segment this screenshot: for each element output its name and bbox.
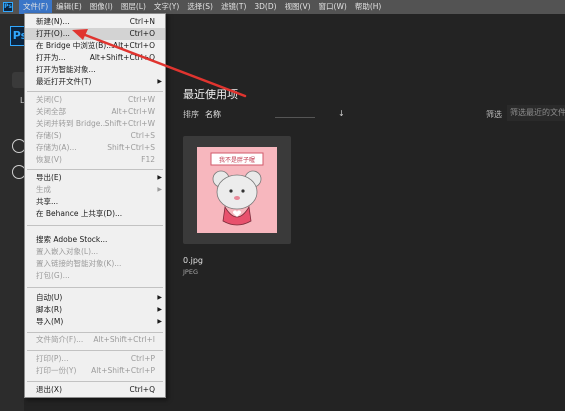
submenu-arrow-icon: ▶ — [157, 318, 162, 325]
menu-item-import[interactable]: 导入(M) ▶ — [25, 316, 165, 328]
menu-edit[interactable]: 编辑(E) — [52, 0, 86, 14]
sort-row: 排序 名称 — [183, 109, 221, 120]
mouse-illustration-image: 我不是胖子喔 — [210, 152, 264, 226]
menu-type[interactable]: 文字(Y) — [150, 0, 183, 14]
sort-label: 排序 — [183, 110, 199, 119]
menu-separator — [27, 287, 163, 288]
menu-item-share-on-behance[interactable]: 在 Behance 上共享(D)... — [25, 208, 165, 220]
menu-item-exit[interactable]: 退出(X) Ctrl+Q — [25, 384, 165, 396]
recent-title: 最近使用项 — [183, 88, 238, 101]
file-menu-dropdown: 新建(N)... Ctrl+N 打开(O)... Ctrl+O 在 Bridge 中… — [24, 13, 166, 398]
menu-separator — [27, 381, 163, 382]
filter-input[interactable]: 筛选最近的文件 — [507, 105, 565, 121]
menu-bar: Ps 文件(F) 编辑(E) 图像(I) 图层(L) 文字(Y) 选择(S) 滤… — [0, 0, 565, 14]
menu-separator — [27, 225, 163, 226]
menu-item-place-linked[interactable]: 置入链接的智能对象(K)... — [25, 258, 165, 270]
filter-label: 筛选 — [486, 110, 502, 119]
menu-item-search-adobe-stock[interactable]: 搜索 Adobe Stock... — [25, 234, 165, 246]
menu-separator — [27, 332, 163, 333]
photoshop-app-icon[interactable]: Ps — [3, 2, 13, 12]
menu-item-new[interactable]: 新建(N)... Ctrl+N — [25, 16, 165, 28]
submenu-arrow-icon: ▶ — [157, 306, 162, 313]
menu-3d[interactable]: 3D(D) — [250, 0, 280, 14]
file-thumbnail: 我不是胖子喔 — [197, 147, 277, 233]
menu-layer[interactable]: 图层(L) — [117, 0, 150, 14]
menu-item-close[interactable]: 关闭(C) Ctrl+W — [25, 94, 165, 106]
sort-select[interactable]: 名称 — [205, 109, 221, 120]
menu-item-open-as[interactable]: 打开为... Alt+Shift+Ctrl+O — [25, 52, 165, 64]
menu-separator — [27, 169, 163, 170]
menu-item-browse-in-bridge[interactable]: 在 Bridge 中浏览(B)... Alt+Ctrl+O — [25, 40, 165, 52]
menu-item-close-and-go-to-bridge[interactable]: 关闭并转到 Bridge... Shift+Ctrl+W — [25, 118, 165, 130]
menu-item-place-embedded[interactable]: 置入嵌入对象(L)... — [25, 246, 165, 258]
sort-direction-icon[interactable]: ↓ — [338, 109, 345, 118]
menu-image[interactable]: 图像(I) — [86, 0, 117, 14]
submenu-arrow-icon: ▶ — [157, 186, 162, 193]
recent-file-card[interactable]: 我不是胖子喔 — [183, 136, 291, 244]
menu-separator — [27, 350, 163, 351]
menu-separator — [27, 91, 163, 92]
menu-window[interactable]: 窗口(W) — [315, 0, 351, 14]
submenu-arrow-icon: ▶ — [157, 174, 162, 181]
submenu-arrow-icon: ▶ — [157, 78, 162, 85]
menu-item-print-one-copy[interactable]: 打印一份(Y) Alt+Shift+Ctrl+P — [25, 365, 165, 377]
menu-view[interactable]: 视图(V) — [281, 0, 315, 14]
sort-underline — [275, 117, 315, 118]
recent-file-name[interactable]: 0.jpg — [183, 256, 203, 265]
recent-file-type: JPEG — [183, 268, 198, 276]
menu-item-open[interactable]: 打开(O)... Ctrl+O — [25, 28, 165, 40]
menu-item-open-recent[interactable]: 最近打开文件(T) ▶ — [25, 76, 165, 88]
menu-item-print[interactable]: 打印(P)... Ctrl+P — [25, 353, 165, 365]
menu-item-revert[interactable]: 恢复(V) F12 — [25, 154, 165, 166]
menu-item-automate[interactable]: 自动(U) ▶ — [25, 292, 165, 304]
menu-item-save[interactable]: 存储(S) Ctrl+S — [25, 130, 165, 142]
menu-file[interactable]: 文件(F) — [19, 0, 53, 14]
menu-item-share[interactable]: 共享... — [25, 196, 165, 208]
menu-item-save-as[interactable]: 存储为(A)... Shift+Ctrl+S — [25, 142, 165, 154]
menu-item-generate[interactable]: 生成 ▶ — [25, 184, 165, 196]
menu-item-scripts[interactable]: 脚本(R) ▶ — [25, 304, 165, 316]
menu-item-file-info[interactable]: 文件简介(F)... Alt+Shift+Ctrl+I — [25, 334, 165, 346]
submenu-arrow-icon: ▶ — [157, 294, 162, 301]
thumbnail-caption: 我不是胖子喔 — [219, 156, 255, 164]
menu-help[interactable]: 帮助(H) — [351, 0, 386, 14]
menu-filter[interactable]: 滤镜(T) — [217, 0, 250, 14]
menu-item-export[interactable]: 导出(E) ▶ — [25, 172, 165, 184]
menu-select[interactable]: 选择(S) — [183, 0, 217, 14]
menu-item-package[interactable]: 打包(G)... — [25, 270, 165, 282]
menu-item-open-as-smart-object[interactable]: 打开为智能对象... — [25, 64, 165, 76]
menu-item-close-all[interactable]: 关闭全部 Alt+Ctrl+W — [25, 106, 165, 118]
